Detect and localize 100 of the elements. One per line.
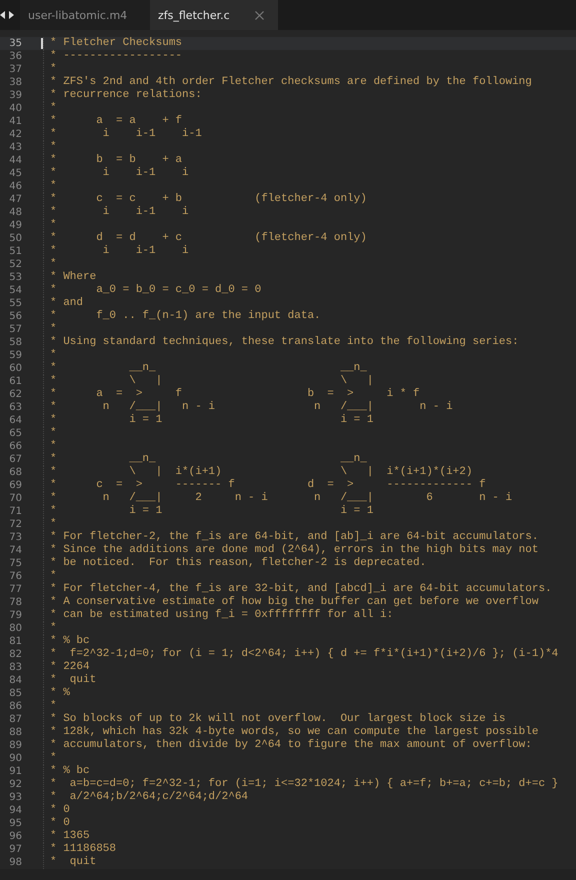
code-line: * For fletcher-4, the f_is are 32-bit, and [abcd]_i are 64-bit accumulators.: [50, 583, 552, 596]
code-line: * b = b + a: [50, 154, 182, 167]
code-line: * ------------------: [50, 50, 182, 63]
code-line: *: [50, 349, 57, 362]
line-number: 92: [8, 778, 22, 791]
code-line: *: [50, 752, 57, 765]
right-arrow-icon[interactable]: [9, 11, 14, 19]
code-line: * i i-1 i: [50, 167, 189, 180]
code-line: * __n_ __n_: [50, 453, 367, 466]
code-line: * i = 1 i = 1: [50, 505, 374, 518]
line-number: 54: [8, 284, 22, 297]
code-line: *: [50, 518, 57, 531]
code-line: * 2264: [50, 661, 90, 674]
line-number: 60: [8, 362, 22, 375]
line-number: 56: [8, 310, 22, 323]
line-number: 73: [8, 531, 22, 544]
line-number: 53: [8, 271, 22, 284]
code-line: *: [50, 440, 57, 453]
code-line: * \ | \ |: [50, 375, 374, 388]
code-line: * 0: [50, 817, 70, 830]
line-number: 35: [8, 37, 22, 50]
code-line: * 0: [50, 804, 70, 817]
code-line: * 1365: [50, 830, 90, 843]
code-line: * For fletcher-2, the f_is are 64-bit, and [ab]_i are 64-bit accumulators.: [50, 531, 538, 544]
line-number: 46: [8, 180, 22, 193]
file-tab[interactable]: user-libatomic.m4: [20, 0, 150, 30]
line-number: 61: [8, 375, 22, 388]
line-number: 44: [8, 154, 22, 167]
line-number: 49: [8, 219, 22, 232]
code-line: * % bc: [50, 765, 90, 778]
line-number: 74: [8, 544, 22, 557]
line-number: 57: [8, 323, 22, 336]
code-line: * So blocks of up to 2k will not overflow. Our largest block size is: [50, 713, 506, 726]
line-number: 63: [8, 401, 22, 414]
line-number: 90: [8, 752, 22, 765]
line-number: 38: [8, 76, 22, 89]
line-number: 72: [8, 518, 22, 531]
code-line: *: [50, 622, 57, 635]
code-line: *: [50, 180, 57, 193]
line-number: 77: [8, 583, 22, 596]
code-line: * a = a + f: [50, 115, 182, 128]
line-number: 68: [8, 466, 22, 479]
code-line: *: [50, 219, 57, 232]
line-number: 37: [8, 63, 22, 76]
line-number: 96: [8, 830, 22, 843]
code-line: *: [50, 258, 57, 271]
code-line: * %: [50, 687, 70, 700]
line-number: 79: [8, 609, 22, 622]
code-line: * A conservative estimate of how big the buffer can get before we overflow: [50, 596, 538, 609]
code-line: * d = d + c (fletcher-4 only): [50, 232, 367, 245]
line-number: 55: [8, 297, 22, 310]
close-icon[interactable]: [255, 10, 264, 20]
line-number: 52: [8, 258, 22, 271]
line-number: 95: [8, 817, 22, 830]
code-line: *: [50, 141, 57, 154]
line-number: 82: [8, 648, 22, 661]
line-number: 93: [8, 791, 22, 804]
left-arrow-icon[interactable]: [0, 11, 5, 19]
line-number: 71: [8, 505, 22, 518]
line-number: 75: [8, 557, 22, 570]
line-number: 48: [8, 206, 22, 219]
code-line: * i i-1 i: [50, 206, 189, 219]
code-line: * be noticed. For this reason, fletcher-2 is deprecated.: [50, 557, 426, 570]
code-line: *: [50, 323, 57, 336]
code-line: * a_0 = b_0 = c_0 = d_0 = 0: [50, 284, 262, 297]
line-number: 42: [8, 128, 22, 141]
line-number: 87: [8, 713, 22, 726]
line-number: 94: [8, 804, 22, 817]
line-number: 45: [8, 167, 22, 180]
code-line: * c = > ------- f d = > ------------- f: [50, 479, 486, 492]
line-number: 62: [8, 388, 22, 401]
code-line: * quit: [50, 674, 96, 687]
code-line: * Using standard techniques, these translate into the following series:: [50, 336, 519, 349]
line-number: 97: [8, 843, 22, 856]
code-line: * can be estimated using f_i = 0xffffffff for all i:: [50, 609, 394, 622]
line-number: 84: [8, 674, 22, 687]
code-line: * accumulators, then divide by 2^64 to figure the max amount of overflow:: [50, 739, 532, 752]
file-tab[interactable]: zfs_fletcher.c: [150, 0, 278, 30]
line-number: 91: [8, 765, 22, 778]
code-line: * c = c + b (fletcher-4 only): [50, 193, 367, 206]
line-number: 59: [8, 349, 22, 362]
code-line: * f_0 .. f_(n-1) are the input data.: [50, 310, 321, 323]
code-line: * i i-1 i-1: [50, 128, 202, 141]
code-line: * n /___| 2 n - i n /___| 6 n - i: [50, 492, 512, 505]
line-number: 78: [8, 596, 22, 609]
line-number: 98: [8, 856, 22, 869]
code-line: * 11186858: [50, 843, 116, 856]
text-cursor: [41, 38, 43, 49]
code-line: * 128k, which has 32k 4-byte words, so we can compute the largest possible: [50, 726, 538, 739]
line-number: 47: [8, 193, 22, 206]
code-line: * a = > f b = > i * f: [50, 388, 420, 401]
line-number: 67: [8, 453, 22, 466]
code-line: * % bc: [50, 635, 90, 648]
line-number: 80: [8, 622, 22, 635]
code-line: * Where: [50, 271, 96, 284]
code-line: * a=b=c=d=0; f=2^32-1; for (i=1; i<=32*1024; i++) { a+=f; b+=a; c+=b; d+=c }: [50, 778, 558, 791]
line-number: 65: [8, 427, 22, 440]
line-number: 58: [8, 336, 22, 349]
line-number: 39: [8, 89, 22, 102]
line-number: 89: [8, 739, 22, 752]
